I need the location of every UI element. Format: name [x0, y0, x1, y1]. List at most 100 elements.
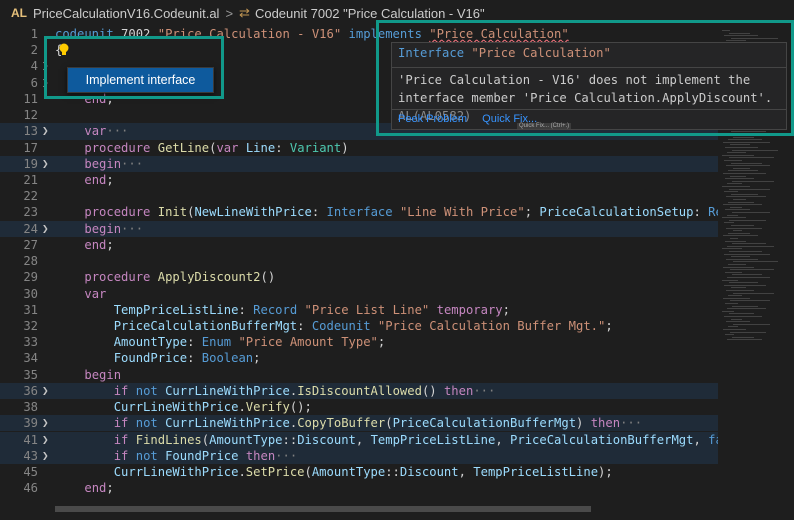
- hover-title-name: "Price Calculation": [471, 46, 611, 60]
- code-line[interactable]: 30 var: [0, 286, 718, 302]
- minimap-line: [723, 204, 762, 206]
- fold-chevron-icon[interactable]: ❯: [42, 221, 52, 237]
- breadcrumb-separator-icon: >: [225, 5, 234, 21]
- code-line[interactable]: 39 ❯ if not CurrLineWithPrice.CopyToBuffe…: [0, 415, 718, 432]
- minimap-line: [726, 290, 754, 291]
- code-text: begin···: [84, 221, 144, 236]
- minimap-line: [728, 326, 738, 328]
- line-number: 12: [23, 108, 38, 123]
- code-line[interactable]: 27 end;: [0, 237, 718, 253]
- minimap-line: [731, 162, 762, 164]
- minimap-line: [730, 238, 738, 239]
- line-number: 24: [23, 221, 38, 236]
- hover-divider: [392, 67, 786, 68]
- line-number: 46: [23, 481, 38, 496]
- code-text: CurrLineWithPrice.Verify();: [113, 400, 312, 415]
- line-number: 31: [23, 302, 38, 317]
- minimap-line: [727, 308, 766, 310]
- code-line[interactable]: 46 end;: [0, 480, 718, 496]
- minimap-line: [728, 264, 746, 265]
- minimap-line: [727, 277, 770, 278]
- code-line[interactable]: 36 ❯ if not CurrLineWithPrice.IsDiscountA…: [0, 382, 718, 400]
- code-text: end;: [84, 172, 114, 187]
- minimap-line: [727, 214, 738, 216]
- line-number: 43: [23, 448, 38, 463]
- code-line[interactable]: 29 procedure ApplyDiscount2(): [0, 269, 718, 285]
- minimap-line: [730, 269, 774, 271]
- line-number: 17: [23, 140, 38, 155]
- code-text: begin···: [84, 156, 144, 171]
- minimap-line: [733, 230, 742, 232]
- lightbulb-icon[interactable]: [58, 43, 70, 57]
- code-text: end;: [84, 237, 114, 252]
- code-line[interactable]: 31 TempPriceListLine: Record "Price List…: [0, 302, 718, 318]
- al-file-icon: AL: [11, 6, 27, 20]
- minimap-line: [727, 152, 746, 154]
- code-line[interactable]: 1 codeunit 7002 "Price Calculation - V16"…: [0, 26, 718, 42]
- minimap-line: [723, 141, 770, 143]
- code-line[interactable]: 19 ❯ begin···: [0, 155, 718, 172]
- fold-chevron-icon[interactable]: ❯: [42, 432, 52, 448]
- code-text: if not CurrLineWithPrice.IsDiscountAllow…: [113, 383, 496, 398]
- minimap-line: [724, 35, 758, 37]
- minimap-line: [724, 316, 762, 317]
- fold-chevron-icon[interactable]: ❯: [42, 75, 52, 91]
- code-line[interactable]: 17 procedure GetLine(var Line: Variant): [0, 140, 718, 156]
- line-number: 30: [23, 286, 38, 301]
- code-line[interactable]: 35 begin: [0, 367, 718, 383]
- code-line[interactable]: 34 FoundPrice: Boolean;: [0, 350, 718, 366]
- code-line[interactable]: 41 ❯ if FindLines(AmountType::Discount, T…: [0, 431, 794, 448]
- fold-chevron-icon[interactable]: ❯: [42, 448, 52, 464]
- fold-chevron-icon[interactable]: ❯: [42, 123, 52, 139]
- code-line[interactable]: 32 PriceCalculationBufferMgt: Codeunit "…: [0, 318, 718, 334]
- implement-interface-menu-item[interactable]: Implement interface: [67, 67, 214, 93]
- code-line[interactable]: 24 ❯ begin···: [0, 220, 718, 237]
- code-text: end;: [84, 481, 114, 496]
- breadcrumb-file[interactable]: PriceCalculationV16.Codeunit.al: [33, 6, 219, 21]
- minimap-line: [732, 274, 762, 276]
- fold-chevron-icon[interactable]: ❯: [42, 58, 52, 74]
- quick-fix-tooltip: Quick Fix... (Ctrl+.): [517, 123, 572, 129]
- minimap-line: [726, 227, 762, 229]
- fold-chevron-icon[interactable]: ❯: [42, 383, 52, 399]
- code-line[interactable]: 21 end;: [0, 172, 718, 188]
- code-line[interactable]: 22: [0, 188, 718, 204]
- minimap-line: [726, 321, 750, 323]
- horizontal-scrollbar[interactable]: [55, 506, 591, 512]
- minimap-line: [722, 154, 754, 156]
- minimap-line: [731, 225, 754, 226]
- minimap-line: [728, 139, 762, 141]
- fold-chevron-icon[interactable]: ❯: [42, 156, 52, 172]
- minimap-line: [725, 240, 746, 242]
- line-number: 29: [23, 270, 38, 285]
- minimap-line: [730, 300, 770, 302]
- line-number: 35: [23, 367, 38, 382]
- code-line[interactable]: 33 AmountType: Enum "Price Amount Type";: [0, 334, 718, 350]
- minimap-line: [730, 144, 750, 146]
- line-number: 13: [23, 124, 38, 139]
- minimap-line: [726, 134, 734, 135]
- minimap-line: [722, 186, 750, 187]
- code-text: procedure ApplyDiscount2(): [84, 270, 276, 285]
- minimap-line: [731, 37, 778, 39]
- fold-chevron-icon[interactable]: ❯: [42, 415, 52, 431]
- minimap-line: [731, 256, 750, 258]
- code-line[interactable]: 38 CurrLineWithPrice.Verify();: [0, 399, 718, 415]
- breadcrumb: AL PriceCalculationV16.Codeunit.al > ⇄ C…: [0, 0, 794, 26]
- minimap-line: [729, 157, 774, 159]
- breadcrumb-symbol[interactable]: Codeunit 7002 "Price Calculation - V16": [255, 6, 485, 21]
- minimap-line: [729, 282, 758, 284]
- code-line[interactable]: 23 procedure Init(NewLineWithPrice: Inte…: [0, 204, 794, 220]
- minimap-line: [725, 147, 758, 148]
- line-number: 36: [23, 383, 38, 398]
- line-number: 22: [23, 189, 38, 204]
- code-line[interactable]: 43 ❯ if not FoundPrice then···: [0, 447, 718, 464]
- code-line[interactable]: 45 CurrLineWithPrice.SetPrice(AmountType…: [0, 464, 718, 480]
- minimap-line: [722, 248, 742, 250]
- code-line[interactable]: 28: [0, 253, 718, 269]
- hover-title-keyword: Interface: [398, 46, 465, 60]
- minimap-line: [729, 188, 770, 190]
- minimap-line: [732, 180, 774, 182]
- peek-problem-link[interactable]: Peek Problem: [398, 113, 467, 125]
- minimap-line: [724, 222, 734, 224]
